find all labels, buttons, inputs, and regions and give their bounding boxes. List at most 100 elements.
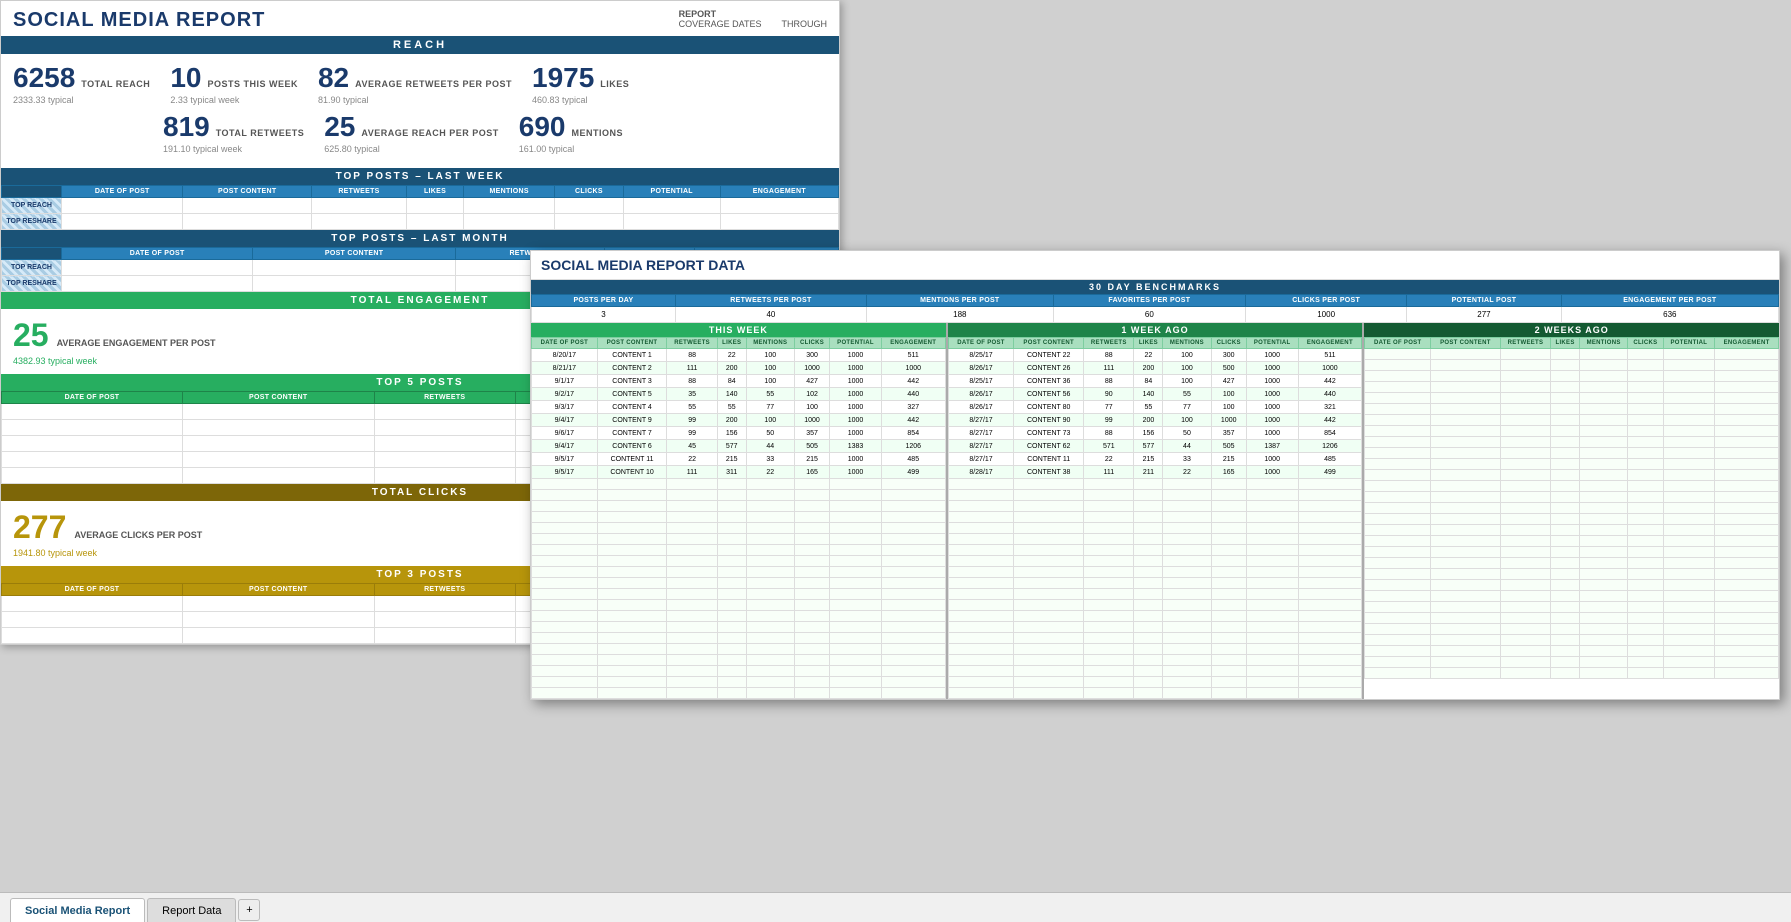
- table-row: [948, 688, 1362, 699]
- table-row: [948, 490, 1362, 501]
- top-posts-week-table: DATE OF POST POST CONTENT RETWEETS LIKES…: [1, 185, 839, 230]
- benchmarks-area: 30 DAY BENCHMARKS POSTS PER DAY RETWEETS…: [531, 280, 1779, 323]
- th-engagement: ENGAGEMENT: [881, 338, 945, 349]
- table-row: [532, 600, 946, 611]
- th-retweets: RETWEETS: [374, 584, 515, 596]
- table-row: [1365, 349, 1779, 360]
- reach-row-2: 819 TOTAL RETWEETS 191.10 typical week 2…: [13, 111, 827, 154]
- table-row: [948, 611, 1362, 622]
- table-row: [1365, 415, 1779, 426]
- table-row: [1365, 393, 1779, 404]
- stat-avg-retweets: 82 AVERAGE RETWEETS PER POST 81.90 typic…: [318, 62, 512, 105]
- avg-retweets-label: AVERAGE RETWEETS PER POST: [355, 79, 512, 89]
- posts-week-label: POSTS THIS WEEK: [207, 79, 298, 89]
- table-row: [1365, 613, 1779, 624]
- table-row: [532, 479, 946, 490]
- benchmarks-header: 30 DAY BENCHMARKS: [531, 280, 1779, 294]
- th-engagement: ENGAGEMENT: [1298, 338, 1362, 349]
- table-row: [1365, 624, 1779, 635]
- avg-retweets-typical: 81.90 typical: [318, 95, 512, 105]
- stat-likes: 1975 LIKES 460.83 typical: [532, 62, 629, 105]
- table-row: [948, 545, 1362, 556]
- table-row: [948, 567, 1362, 578]
- stat-main: 10 POSTS THIS WEEK: [170, 62, 298, 94]
- row-label-top-reach-month: TOP REACH: [2, 260, 62, 276]
- th-content: POST CONTENT: [182, 392, 374, 404]
- table-row: [1365, 635, 1779, 646]
- stat-total-reach: 6258 TOTAL REACH 2333.33 typical: [13, 62, 150, 105]
- tab-report-data[interactable]: Report Data: [147, 898, 236, 922]
- reach-section-header: REACH: [1, 36, 839, 54]
- one-week-ago-table: DATE OF POST POST CONTENT RETWEETS LIKES…: [948, 337, 1363, 699]
- reach-row-1: 6258 TOTAL REACH 2333.33 typical 10 POST…: [13, 62, 827, 105]
- table-row: [948, 512, 1362, 523]
- th-retweets: RETWEETS: [312, 186, 407, 198]
- th-clicks: CLICKS: [555, 186, 623, 198]
- th-date: DATE OF POST: [2, 584, 183, 596]
- avg-clicks-label: AVERAGE CLICKS PER POST: [74, 530, 202, 540]
- table-row: [948, 644, 1362, 655]
- th-date: DATE OF POST: [948, 338, 1014, 349]
- likes-typical: 460.83 typical: [532, 95, 629, 105]
- table-row: [1365, 371, 1779, 382]
- table-row: [532, 644, 946, 655]
- stat-main: 819 TOTAL RETWEETS: [163, 111, 304, 143]
- th-mentions: MENTIONS: [464, 186, 555, 198]
- through-label: THROUGH: [782, 19, 828, 29]
- table-row: [948, 523, 1362, 534]
- table-header-row: DATE OF POST POST CONTENT RETWEETS LIKES…: [2, 186, 839, 198]
- avg-clicks-number: 277: [13, 509, 66, 546]
- stat-main: 82 AVERAGE RETWEETS PER POST: [318, 62, 512, 94]
- table-row: [1365, 569, 1779, 580]
- two-weeks-ago-section: 2 WEEKS AGO DATE OF POST POST CONTENT RE…: [1364, 323, 1779, 699]
- row-label-top-reshare-month: TOP RESHARE: [2, 276, 62, 292]
- top-reach-row: TOP REACH: [2, 198, 839, 214]
- total-reach-number: 6258: [13, 62, 75, 94]
- th-date: DATE OF POST: [2, 392, 183, 404]
- table-row: [1365, 404, 1779, 415]
- avg-retweets-number: 82: [318, 62, 349, 94]
- benchmarks-content: 30 DAY BENCHMARKS POSTS PER DAY RETWEETS…: [531, 280, 1779, 323]
- stat-main: 690 MENTIONS: [519, 111, 623, 143]
- th-likes: LIKES: [1551, 338, 1580, 349]
- th-posts-per-day: POSTS PER DAY: [532, 295, 676, 307]
- th-retweets-per-post: RETWEETS PER POST: [675, 295, 866, 307]
- tab-label-data: Report Data: [162, 905, 221, 917]
- weeks-container: THIS WEEK DATE OF POST POST CONTENT RETW…: [531, 323, 1779, 699]
- table-row: [1365, 547, 1779, 558]
- table-row: 8/27/17CONTENT 1122215332151000485: [948, 453, 1362, 466]
- total-reach-label: TOTAL REACH: [81, 79, 150, 89]
- th-mentions-per-post: MENTIONS PER POST: [866, 295, 1053, 307]
- th-clicks: CLICKS: [1211, 338, 1246, 349]
- th-potential-post: POTENTIAL POST: [1407, 295, 1561, 307]
- avg-engagement-label: AVERAGE ENGAGEMENT PER POST: [57, 338, 216, 348]
- bench-engagement: 636: [1561, 307, 1778, 323]
- tab-social-media-report[interactable]: Social Media Report: [10, 898, 145, 922]
- table-row: [532, 633, 946, 644]
- tab-add-button[interactable]: +: [238, 899, 260, 921]
- table-row: [948, 578, 1362, 589]
- table-row: [948, 589, 1362, 600]
- avg-engagement-number: 25: [13, 317, 49, 354]
- table-row: [1365, 514, 1779, 525]
- table-row: [1365, 426, 1779, 437]
- table-row: [532, 523, 946, 534]
- th-clicks: CLICKS: [1628, 338, 1663, 349]
- table-row: [532, 501, 946, 512]
- table-row: [532, 534, 946, 545]
- avg-reach-typical: 625.80 typical: [324, 144, 499, 154]
- th-content: POST CONTENT: [597, 338, 667, 349]
- table-row: 9/1/17CONTENT 388841004271000442: [532, 375, 946, 388]
- stat-main: 25 AVERAGE REACH PER POST: [324, 111, 499, 143]
- th-likes: LIKES: [1134, 338, 1163, 349]
- bench-clicks: 1000: [1245, 307, 1406, 323]
- report-title: SOCIAL MEDIA REPORT: [13, 9, 265, 32]
- table-row: [532, 578, 946, 589]
- th-retweets: RETWEETS: [374, 392, 515, 404]
- th-date: DATE OF POST: [62, 248, 253, 260]
- th-potential: POTENTIAL: [830, 338, 882, 349]
- table-row: [532, 688, 946, 699]
- mentions-typical: 161.00 typical: [519, 144, 623, 154]
- table-row: 9/2/17CONTENT 535140551021000440: [532, 388, 946, 401]
- tab-label-report: Social Media Report: [25, 905, 130, 917]
